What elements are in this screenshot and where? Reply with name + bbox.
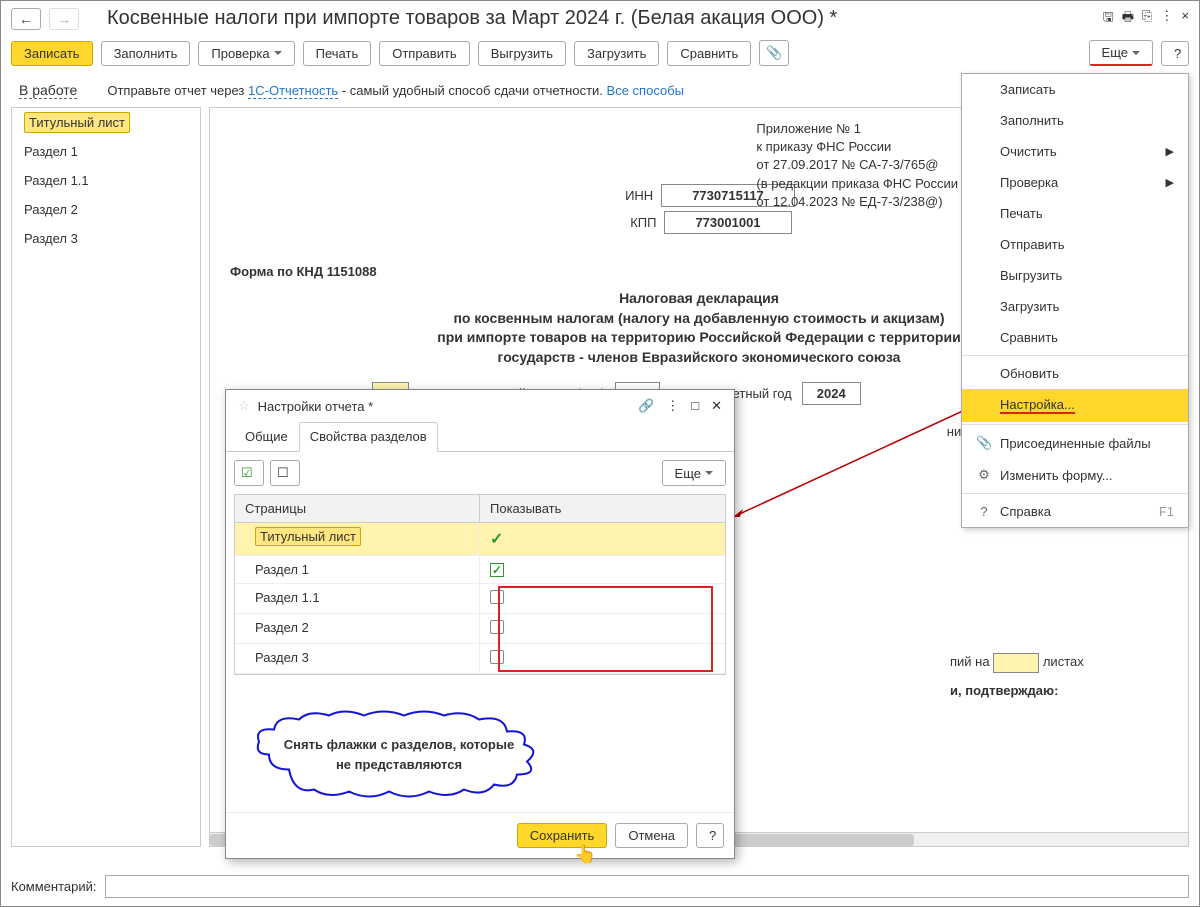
- tab-general[interactable]: Общие: [234, 422, 299, 451]
- table-row[interactable]: Раздел 1.1: [235, 584, 725, 614]
- table-header: Страницы Показывать: [235, 495, 725, 523]
- more-dropdown-menu: Записать Заполнить Очистить▶ Проверка▶ П…: [961, 73, 1189, 528]
- col-pages: Страницы: [235, 495, 480, 522]
- menu-refresh[interactable]: Обновить: [962, 358, 1188, 389]
- menu-help[interactable]: ?СправкаF1: [962, 496, 1188, 527]
- close-icon[interactable]: ×: [1181, 8, 1189, 30]
- modal-titlebar: ☆ Настройки отчета * 🔗 ⋮ □ ✕: [226, 390, 734, 422]
- sidebar-item-s11[interactable]: Раздел 1.1: [12, 166, 200, 195]
- table-tools: ☑ ☐ Еще: [226, 452, 734, 494]
- menu-send[interactable]: Отправить: [962, 229, 1188, 260]
- paperclip-icon: 📎: [976, 435, 992, 451]
- tab-section-props[interactable]: Свойства разделов: [299, 422, 438, 452]
- gear-icon: ⚙: [976, 467, 992, 483]
- page-title: Косвенные налоги при импорте товаров за …: [107, 7, 1095, 30]
- maximize-icon[interactable]: □: [691, 398, 699, 414]
- uncheck-all-button[interactable]: ☐: [270, 460, 300, 486]
- comment-label: Комментарий:: [11, 879, 97, 894]
- kebab-icon[interactable]: ⋮: [1160, 8, 1173, 30]
- menu-check[interactable]: Проверка▶: [962, 167, 1188, 198]
- menu-attachments[interactable]: 📎Присоединенные файлы: [962, 427, 1188, 459]
- checkbox-checked[interactable]: ✓: [490, 563, 504, 577]
- menu-settings[interactable]: Настройка...: [962, 389, 1188, 422]
- workflow-status[interactable]: В работе: [19, 82, 77, 99]
- sidebar-item-title[interactable]: Титульный лист: [12, 108, 200, 137]
- table-row[interactable]: Раздел 3: [235, 644, 725, 674]
- sidebar-item-s3[interactable]: Раздел 3: [12, 224, 200, 253]
- help-icon: ?: [976, 504, 992, 519]
- kpp-input[interactable]: 773001001: [664, 211, 791, 234]
- copies-input[interactable]: [993, 653, 1039, 673]
- favorite-icon[interactable]: ☆: [238, 398, 250, 414]
- menu-fill[interactable]: Заполнить: [962, 105, 1188, 136]
- save-icon[interactable]: 🖫: [1103, 8, 1114, 30]
- send-button[interactable]: Отправить: [379, 41, 469, 66]
- decree-block: Приложение № 1 к приказу ФНС России от 2…: [756, 120, 958, 211]
- all-methods-link[interactable]: Все способы: [607, 83, 684, 98]
- sidebar-item-s1[interactable]: Раздел 1: [12, 137, 200, 166]
- menu-print[interactable]: Печать: [962, 198, 1188, 229]
- menu-edit-form[interactable]: ⚙Изменить форму...: [962, 459, 1188, 491]
- check-icon: ✓: [490, 531, 503, 548]
- upload-button[interactable]: Выгрузить: [478, 41, 566, 66]
- modal-close-icon[interactable]: ✕: [711, 398, 722, 414]
- modal-footer: Сохранить Отмена ?: [226, 812, 734, 858]
- col-show: Показывать: [480, 495, 725, 522]
- attach-button[interactable]: 📎: [759, 40, 789, 66]
- sections-sidebar: Титульный лист Раздел 1 Раздел 1.1 Разде…: [11, 107, 201, 847]
- download-button[interactable]: Загрузить: [574, 41, 659, 66]
- menu-clear[interactable]: Очистить▶: [962, 136, 1188, 167]
- menu-record[interactable]: Записать: [962, 74, 1188, 105]
- titlebar: ← → Косвенные налоги при импорте товаров…: [1, 1, 1199, 36]
- modal-save-button[interactable]: Сохранить: [517, 823, 608, 848]
- table-row[interactable]: Раздел 1 ✓: [235, 556, 725, 584]
- table-more-button[interactable]: Еще: [662, 460, 726, 486]
- print-icon[interactable]: 🖶: [1122, 8, 1134, 30]
- menu-upload[interactable]: Выгрузить: [962, 260, 1188, 291]
- compare-button[interactable]: Сравнить: [667, 41, 751, 66]
- preview-icon[interactable]: ⎘: [1142, 8, 1152, 30]
- title-actions: 🖫 🖶 ⎘ ⋮ ×: [1103, 8, 1189, 30]
- modal-tabs: Общие Свойства разделов: [226, 422, 734, 452]
- menu-compare[interactable]: Сравнить: [962, 322, 1188, 353]
- modal-title-text: Настройки отчета *: [258, 399, 630, 414]
- comment-row: Комментарий:: [11, 875, 1189, 898]
- comment-input[interactable]: [105, 875, 1190, 898]
- sections-table: Страницы Показывать Титульный лист ✓ Раз…: [234, 494, 726, 675]
- help-button[interactable]: ?: [1161, 41, 1189, 66]
- check-button[interactable]: Проверка: [198, 41, 294, 66]
- table-row[interactable]: Титульный лист ✓: [235, 523, 725, 556]
- nav-back-button[interactable]: ←: [11, 8, 41, 30]
- menu-download[interactable]: Загрузить: [962, 291, 1188, 322]
- record-button[interactable]: Записать: [11, 41, 93, 66]
- checkbox-unchecked[interactable]: [490, 590, 504, 604]
- nav-forward-button[interactable]: →: [49, 8, 79, 30]
- check-all-button[interactable]: ☑: [234, 460, 264, 486]
- checkbox-unchecked[interactable]: [490, 650, 504, 664]
- year-input[interactable]: 2024: [802, 382, 861, 405]
- modal-cancel-button[interactable]: Отмена: [615, 823, 688, 848]
- reporting-link[interactable]: 1С-Отчетность: [248, 83, 338, 99]
- toolbar: Записать Заполнить Проверка Печать Отпра…: [1, 36, 1199, 74]
- more-button[interactable]: Еще: [1089, 40, 1153, 66]
- status-text: Отправьте отчет через 1С-Отчетность - са…: [107, 83, 684, 98]
- sidebar-item-s2[interactable]: Раздел 2: [12, 195, 200, 224]
- print-button[interactable]: Печать: [303, 41, 372, 66]
- link-icon[interactable]: 🔗: [638, 398, 654, 414]
- modal-kebab-icon[interactable]: ⋮: [666, 398, 679, 414]
- checkbox-unchecked[interactable]: [490, 620, 504, 634]
- right-partial: пий на листах и, подтверждаю: ика: [950, 648, 1084, 847]
- fill-button[interactable]: Заполнить: [101, 41, 191, 66]
- modal-help-button[interactable]: ?: [696, 823, 724, 848]
- table-row[interactable]: Раздел 2: [235, 614, 725, 644]
- annotation-cloud: Снять флажки с разделов, которые не пред…: [249, 705, 549, 804]
